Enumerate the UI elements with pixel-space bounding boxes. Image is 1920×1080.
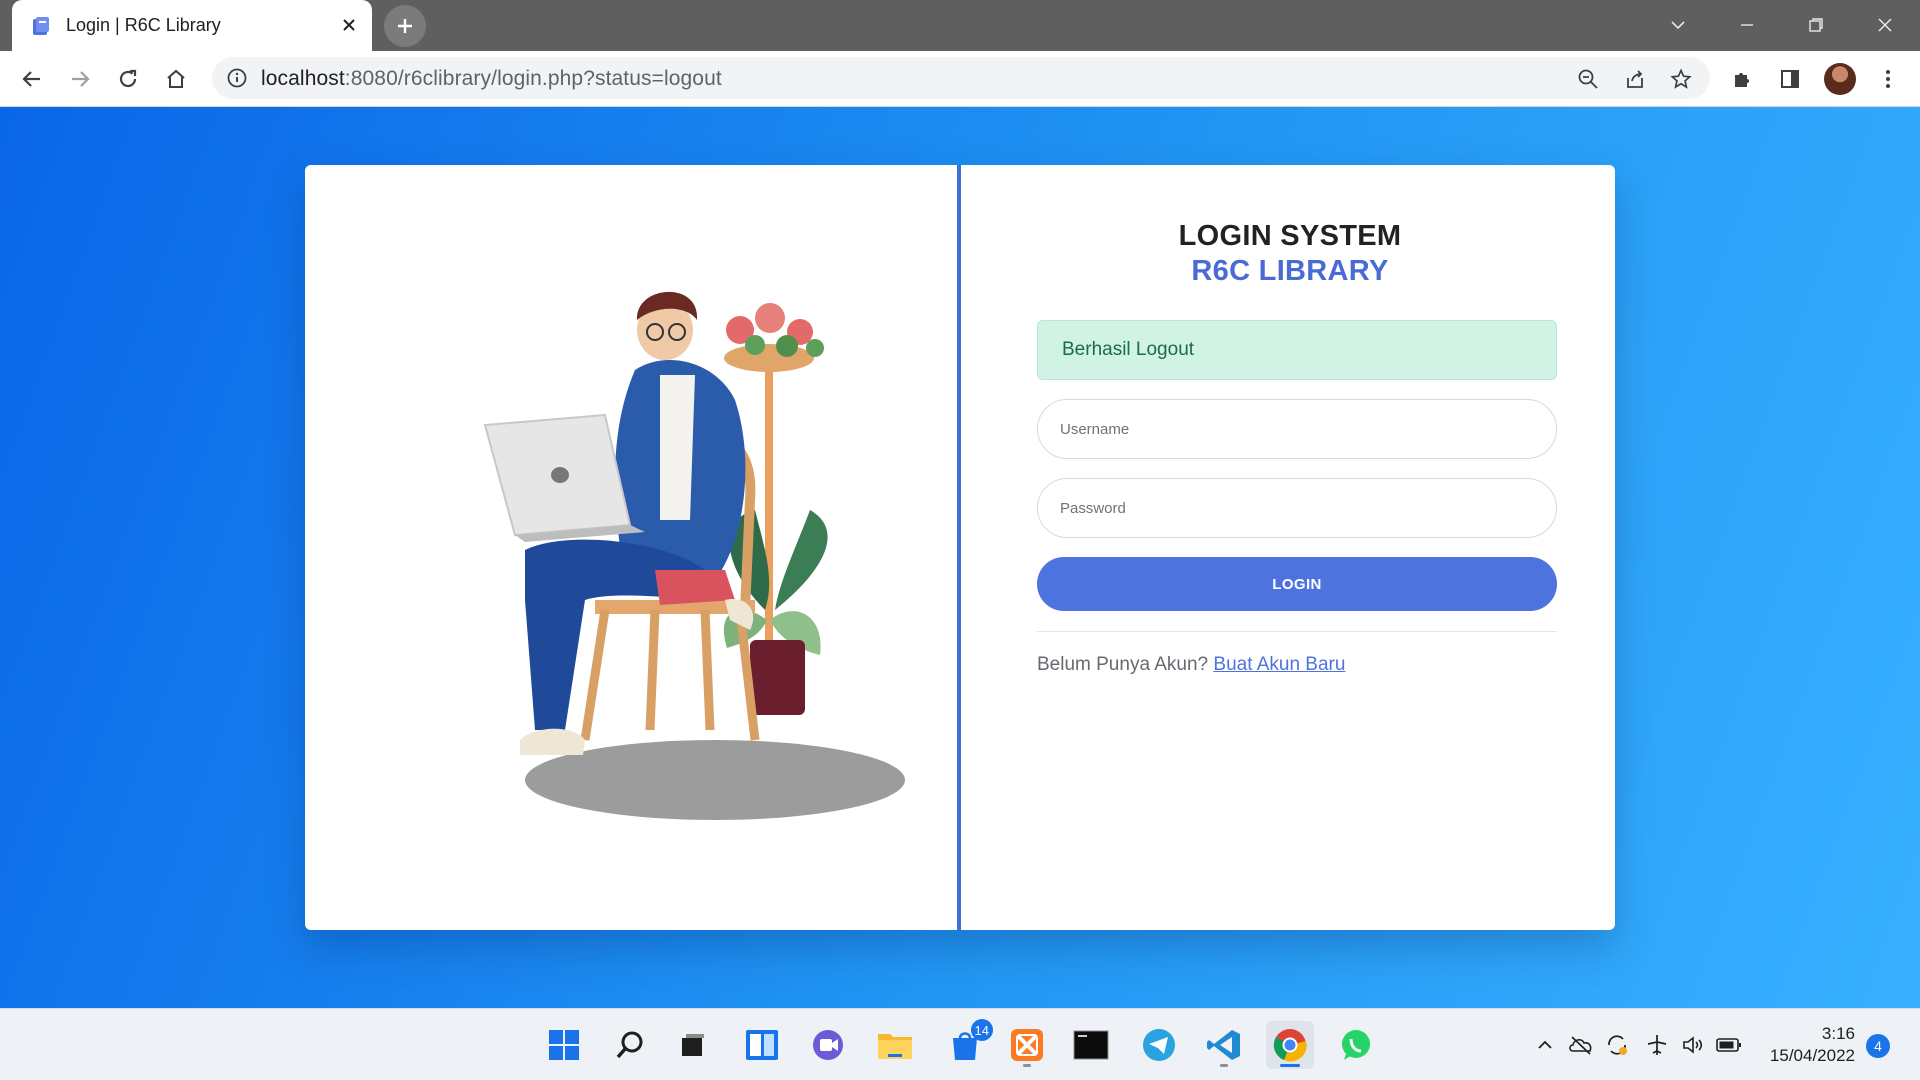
system-clock[interactable]: 3:16 15/04/2022 xyxy=(1745,1023,1855,1067)
clock-time: 3:16 xyxy=(1821,1024,1855,1043)
share-icon[interactable] xyxy=(1622,66,1648,92)
terminal-icon[interactable] xyxy=(1067,1021,1115,1069)
notification-count-badge[interactable]: 4 xyxy=(1866,1034,1890,1058)
windows-taskbar: 14 3:16 15/04/2022 4 xyxy=(0,1008,1920,1080)
file-explorer-icon[interactable] xyxy=(871,1021,919,1069)
illustration-panel xyxy=(305,165,961,930)
username-input[interactable] xyxy=(1037,399,1557,459)
library-subtitle: R6C LIBRARY xyxy=(1191,255,1389,287)
reload-icon[interactable] xyxy=(110,61,146,97)
task-view-icon[interactable] xyxy=(669,1021,717,1069)
running-indicator xyxy=(1023,1064,1031,1067)
menu-kebab-icon[interactable] xyxy=(1874,65,1902,93)
clock-date: 15/04/2022 xyxy=(1769,1046,1855,1065)
tab-search-icon[interactable] xyxy=(1658,8,1698,42)
library-favicon-icon xyxy=(30,15,52,37)
widgets-icon[interactable] xyxy=(738,1021,786,1069)
close-tab-icon[interactable] xyxy=(336,12,362,38)
battery-icon[interactable] xyxy=(1716,1032,1742,1058)
forward-icon[interactable] xyxy=(62,61,98,97)
xampp-icon[interactable] xyxy=(1003,1021,1051,1069)
vscode-icon[interactable] xyxy=(1200,1021,1248,1069)
chrome-icon[interactable] xyxy=(1266,1021,1314,1069)
airplane-mode-icon[interactable] xyxy=(1644,1032,1670,1058)
new-tab-button[interactable] xyxy=(384,5,426,47)
side-panel-icon[interactable] xyxy=(1776,65,1804,93)
person-with-laptop-illustration xyxy=(483,291,905,820)
whatsapp-icon[interactable] xyxy=(1332,1021,1380,1069)
active-indicator xyxy=(1280,1064,1300,1067)
extensions-icon[interactable] xyxy=(1728,65,1756,93)
back-icon[interactable] xyxy=(14,61,50,97)
site-info-icon[interactable] xyxy=(226,67,248,89)
password-input[interactable] xyxy=(1037,478,1557,538)
register-prompt: Belum Punya Akun? xyxy=(1037,654,1209,675)
address-bar[interactable]: localhost:8080/r6clibrary/login.php?stat… xyxy=(212,57,1710,99)
form-divider xyxy=(1037,631,1557,632)
zoom-icon[interactable] xyxy=(1575,66,1601,92)
login-card: LOGIN SYSTEM R6C LIBRARY Berhasil Logout… xyxy=(305,165,1615,930)
logout-success-alert: Berhasil Logout xyxy=(1037,320,1557,380)
telegram-icon[interactable] xyxy=(1135,1021,1183,1069)
close-window-icon[interactable] xyxy=(1865,8,1905,42)
restore-icon[interactable] xyxy=(1796,8,1836,42)
show-hidden-icons-chevron-icon[interactable] xyxy=(1532,1032,1558,1058)
register-prompt-row: Belum Punya Akun? Buat Akun Baru xyxy=(1037,654,1345,676)
minimize-icon[interactable] xyxy=(1727,8,1767,42)
browser-tab-bar: Login | R6C Library xyxy=(0,0,1920,51)
url-host: localhost xyxy=(261,67,345,90)
profile-avatar[interactable] xyxy=(1824,63,1856,95)
page-background: LOGIN SYSTEM R6C LIBRARY Berhasil Logout… xyxy=(0,107,1920,1008)
chat-icon[interactable] xyxy=(804,1021,852,1069)
login-title: LOGIN SYSTEM xyxy=(1178,220,1402,252)
running-indicator xyxy=(1220,1064,1228,1067)
browser-tab[interactable]: Login | R6C Library xyxy=(12,0,372,51)
login-form-panel: LOGIN SYSTEM R6C LIBRARY Berhasil Logout… xyxy=(965,165,1615,930)
url-text: localhost:8080/r6clibrary/login.php?stat… xyxy=(261,67,722,91)
tab-title: Login | R6C Library xyxy=(66,15,221,35)
bookmark-star-icon[interactable] xyxy=(1668,66,1694,92)
start-icon[interactable] xyxy=(540,1021,588,1069)
microsoft-store-icon[interactable]: 14 xyxy=(941,1019,993,1069)
home-icon[interactable] xyxy=(158,61,194,97)
login-button[interactable]: LOGIN xyxy=(1037,557,1557,611)
onedrive-offline-icon[interactable] xyxy=(1568,1032,1594,1058)
volume-icon[interactable] xyxy=(1680,1032,1706,1058)
url-path: :8080/r6clibrary/login.php?status=logout xyxy=(344,67,722,90)
search-icon[interactable] xyxy=(606,1021,654,1069)
create-account-link[interactable]: Buat Akun Baru xyxy=(1213,654,1345,675)
store-update-badge: 14 xyxy=(970,1019,993,1041)
browser-toolbar: localhost:8080/r6clibrary/login.php?stat… xyxy=(0,51,1920,107)
sync-icon[interactable] xyxy=(1604,1032,1630,1058)
